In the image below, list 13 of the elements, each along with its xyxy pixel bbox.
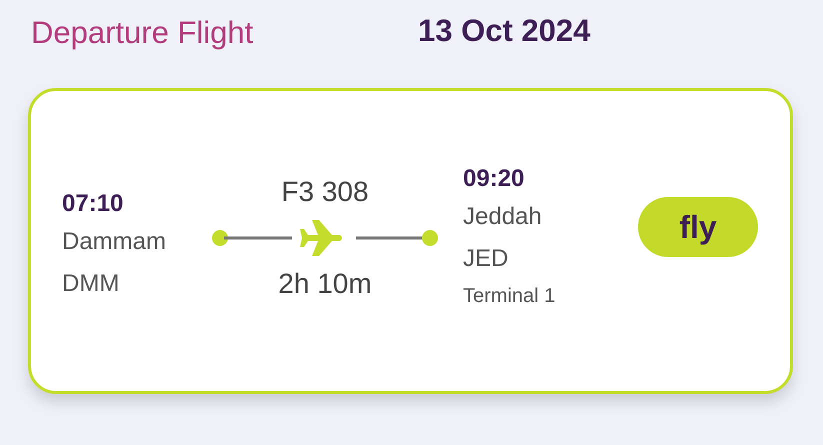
arrival-terminal: Terminal 1 [463,284,556,308]
airline-button[interactable]: fly [638,196,758,256]
arrival-city: Jeddah [463,202,543,232]
route-line-icon [212,218,438,258]
departure-time: 07:10 [62,188,124,218]
section-title: Departure Flight [31,14,254,52]
arrival-code: JED [463,244,510,274]
flight-number: F3 308 [281,174,369,208]
departure-city: Dammam [62,226,168,256]
flight-date: 13 Oct 2024 [418,12,590,50]
arrival-time: 09:20 [463,164,526,194]
flight-duration: 2h 10m [278,266,372,300]
departure-code: DMM [62,268,120,298]
